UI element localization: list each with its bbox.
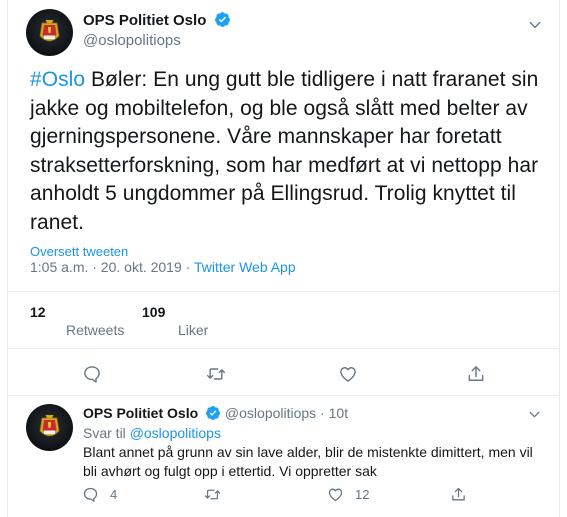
divider <box>8 395 559 396</box>
share-icon[interactable] <box>450 486 467 503</box>
tweet-text: #Oslo Bøler: En ung gutt ble tidligere i… <box>30 66 540 238</box>
retweets-label[interactable]: Retweets <box>66 322 124 338</box>
tweet-meta: 1:05 a.m. · 20. okt. 2019 · Twitter Web … <box>30 259 296 275</box>
divider <box>8 348 559 349</box>
reply-to-handle-link[interactable]: @oslopolitiops <box>130 425 221 441</box>
chevron-down-icon[interactable] <box>528 18 542 32</box>
reply-time[interactable]: · 10t <box>316 405 348 421</box>
tweet-body: Bøler: En ung gutt ble tidligere i natt … <box>30 68 539 234</box>
author-handle[interactable]: @oslopolitiops <box>83 32 181 49</box>
likes-label[interactable]: Liker <box>178 322 208 338</box>
reply-action-share[interactable] <box>450 486 467 503</box>
reply-author-name[interactable]: OPS Politiet Oslo <box>83 405 198 421</box>
likes-count[interactable]: 109 <box>142 304 165 320</box>
retweet-icon[interactable] <box>206 364 226 384</box>
reply-icon[interactable] <box>82 486 99 503</box>
reply-count: 4 <box>110 487 118 502</box>
like-icon[interactable] <box>327 486 344 503</box>
reply-text: Blant annet på grunn av sin lave alder, … <box>83 444 533 479</box>
author-avatar[interactable] <box>26 9 73 56</box>
police-badge-avatar <box>39 20 60 42</box>
chevron-down-icon[interactable] <box>528 408 541 421</box>
retweets-count[interactable]: 12 <box>30 304 46 320</box>
translate-tweet-link[interactable]: Oversett tweeten <box>30 244 128 259</box>
reply-action-like[interactable]: 12 <box>327 486 369 503</box>
verified-badge-icon <box>206 406 221 420</box>
like-count: 12 <box>355 487 370 502</box>
tweet-timestamp[interactable]: 1:05 a.m. · 20. okt. 2019 · <box>30 259 194 275</box>
verified-badge-icon <box>214 12 230 27</box>
share-icon[interactable] <box>466 364 486 384</box>
reply-action-reply[interactable]: 4 <box>82 486 117 503</box>
like-icon[interactable] <box>338 364 358 384</box>
author-name-row[interactable]: OPS Politiet Oslo <box>83 11 231 30</box>
police-badge-avatar <box>39 415 60 437</box>
reply-author-handle[interactable]: @oslopolitiops <box>225 405 316 421</box>
reply-to-prefix: Svar til <box>83 425 130 441</box>
hashtag-link[interactable]: #Oslo <box>30 68 85 91</box>
reply-action-retweet[interactable] <box>204 486 221 503</box>
reply-icon[interactable] <box>82 364 102 384</box>
retweet-icon[interactable] <box>204 486 221 503</box>
reply-header: OPS Politiet Oslo @oslopolitiops · 10t <box>83 405 348 421</box>
divider <box>8 291 559 292</box>
author-name[interactable]: OPS Politiet Oslo <box>83 12 206 29</box>
reply-author-avatar[interactable] <box>26 404 73 451</box>
source-app-link[interactable]: Twitter Web App <box>194 259 296 275</box>
reply-to-line: Svar til @oslopolitiops <box>83 425 221 441</box>
